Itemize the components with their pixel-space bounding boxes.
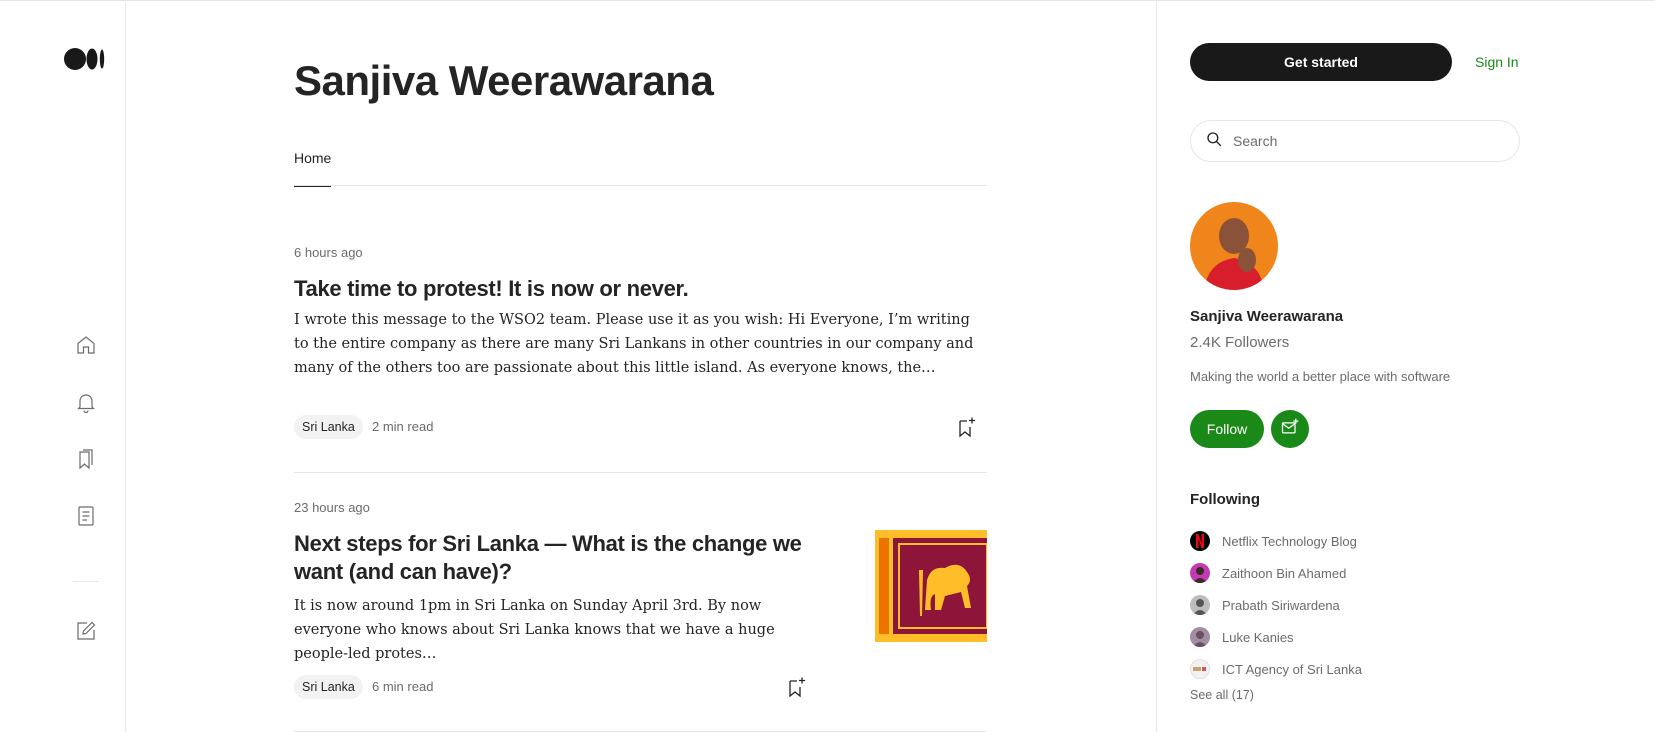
following-name: Luke Kanies [1222,629,1294,645]
profile-bio: Making the world a better place with sof… [1190,369,1451,384]
following-item[interactable]: Prabath Siriwardena [1190,589,1590,621]
right-sidebar: Get started Sign In Sanjiva Weerawarana … [1156,0,1655,732]
mail-plus-icon [1280,417,1300,442]
user-avatar [1190,595,1210,615]
following-name: Zaithoon Bin Ahamed [1222,565,1347,581]
stories-icon[interactable] [74,504,98,528]
user-avatar [1190,627,1210,647]
bookmark-add-icon[interactable] [954,415,978,439]
read-time: 2 min read [372,419,434,434]
write-icon[interactable] [74,619,98,643]
following-list: Netflix Technology Blog Zaithoon Bin Aha… [1190,525,1590,685]
post-excerpt[interactable]: I wrote this message to the WSO2 team. P… [294,308,987,380]
ict-agency-avatar [1190,659,1210,679]
tab-bar: Home [294,150,987,187]
rail-divider [73,581,99,582]
topic-tag[interactable]: Sri Lanka [294,675,363,699]
followers-count[interactable]: 2.4K Followers [1190,334,1289,351]
follow-button[interactable]: Follow [1190,410,1264,448]
following-item[interactable]: ICT Agency of Sri Lanka [1190,653,1590,685]
sign-in-link[interactable]: Sign In [1475,54,1519,70]
following-name: Prabath Siriwardena [1222,597,1340,613]
author-avatar[interactable] [1190,202,1278,290]
see-all-following-link[interactable]: See all (17) [1190,688,1254,702]
following-name: Netflix Technology Blog [1222,533,1357,549]
post-timestamp: 23 hours ago [294,500,370,515]
following-heading: Following [1190,491,1260,508]
following-item[interactable]: Luke Kanies [1190,621,1590,653]
medium-logo[interactable] [64,47,106,71]
search-input[interactable] [1233,133,1503,149]
page-title: Sanjiva Weerawarana [294,57,714,104]
post-timestamp: 6 hours ago [294,245,363,260]
post-card: 6 hours ago Take time to protest! It is … [294,245,987,473]
profile-name[interactable]: Sanjiva Weerawarana [1190,308,1343,325]
topic-tag[interactable]: Sri Lanka [294,415,363,439]
search-box[interactable] [1190,120,1520,162]
user-avatar [1190,563,1210,583]
left-nav-rail [0,3,126,732]
search-icon [1205,130,1223,153]
following-item[interactable]: Netflix Technology Blog [1190,525,1590,557]
tab-home[interactable]: Home [294,150,332,187]
read-time: 6 min read [372,679,434,694]
bookmarks-icon[interactable] [74,447,98,471]
post-title[interactable]: Next steps for Sri Lanka — What is the c… [294,530,814,586]
following-item[interactable]: Zaithoon Bin Ahamed [1190,557,1590,589]
post-title[interactable]: Take time to protest! It is now or never… [294,275,987,303]
netflix-avatar [1190,531,1210,551]
following-name: ICT Agency of Sri Lanka [1222,661,1362,677]
post-card: 23 hours ago Next steps for Sri Lanka — … [294,500,987,732]
notifications-bell-icon[interactable] [74,390,98,414]
post-excerpt[interactable]: It is now around 1pm in Sri Lanka on Sun… [294,594,814,666]
bookmark-add-icon[interactable] [784,675,808,699]
home-icon[interactable] [74,333,98,357]
subscribe-email-button[interactable] [1271,410,1309,448]
sri-lanka-flag-thumbnail[interactable] [875,530,987,642]
get-started-button[interactable]: Get started [1190,43,1452,81]
